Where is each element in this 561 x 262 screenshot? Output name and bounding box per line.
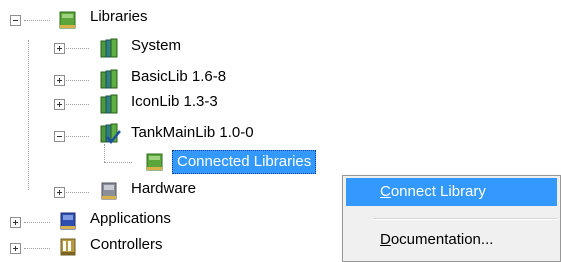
expand-hardware-toggle[interactable] bbox=[54, 187, 65, 198]
controllers-icon bbox=[60, 238, 76, 256]
expand-controllers-toggle[interactable] bbox=[10, 243, 21, 254]
library-books-icon bbox=[100, 38, 118, 58]
menu-accelerator: C bbox=[380, 183, 391, 200]
tree-item-applications[interactable]: Applications bbox=[90, 210, 171, 227]
tree-item-system[interactable]: System bbox=[131, 37, 181, 54]
expand-basiclib-toggle[interactable] bbox=[54, 75, 65, 86]
tree-connector bbox=[63, 192, 89, 193]
tree-connector bbox=[63, 48, 89, 49]
tree-connector bbox=[63, 104, 89, 105]
tree-item-libraries[interactable]: Libraries bbox=[90, 8, 148, 25]
applications-icon bbox=[60, 212, 76, 230]
tree-item-hardware[interactable]: Hardware bbox=[131, 180, 196, 197]
tree-connector bbox=[24, 20, 50, 21]
menu-item-documentation[interactable]: Documentation... bbox=[346, 226, 557, 254]
tree-item-tankmainlib[interactable]: TankMainLib 1.0-0 bbox=[131, 124, 254, 141]
library-books-icon bbox=[100, 69, 118, 89]
tree-connector bbox=[24, 248, 50, 249]
menu-item-label: onnect Library bbox=[390, 183, 486, 200]
collapse-libraries-toggle[interactable] bbox=[10, 15, 21, 26]
menu-item-connect-library[interactable]: Connect Library bbox=[346, 178, 557, 206]
tree-connector bbox=[104, 144, 105, 162]
collapse-tankmainlib-toggle[interactable] bbox=[54, 131, 65, 142]
tree-connector bbox=[24, 222, 50, 223]
folder-library-icon bbox=[146, 153, 163, 171]
tree-item-iconlib[interactable]: IconLib 1.3-3 bbox=[131, 93, 218, 110]
library-check-icon bbox=[100, 123, 121, 144]
library-books-icon bbox=[100, 94, 118, 114]
menu-item-label: ocumentation... bbox=[390, 231, 494, 248]
hardware-icon bbox=[101, 182, 117, 200]
tree-item-basiclib[interactable]: BasicLib 1.6-8 bbox=[131, 68, 226, 85]
tree-connector bbox=[63, 136, 89, 137]
context-menu: Connect Library Documentation... bbox=[342, 175, 561, 262]
menu-accelerator: D bbox=[380, 231, 391, 248]
tree-connector bbox=[104, 162, 132, 163]
tree-connector bbox=[63, 80, 89, 81]
folder-library-icon bbox=[59, 11, 76, 29]
expand-system-toggle[interactable] bbox=[54, 43, 65, 54]
menu-separator bbox=[373, 218, 557, 220]
tree-item-connected-libraries[interactable]: Connected Libraries bbox=[172, 150, 317, 174]
tree-item-controllers[interactable]: Controllers bbox=[90, 236, 163, 253]
tree-connector bbox=[28, 40, 29, 190]
expand-applications-toggle[interactable] bbox=[10, 217, 21, 228]
expand-iconlib-toggle[interactable] bbox=[54, 99, 65, 110]
